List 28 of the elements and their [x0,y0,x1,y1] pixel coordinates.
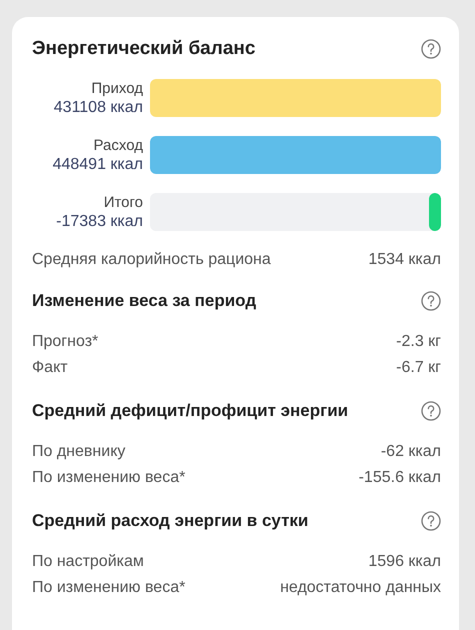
summary-value: 1534 ккал [368,251,441,269]
section-title: Средний дефицит/профицит энергии [32,401,348,421]
bar-label: Приход [90,79,143,98]
row-label: По дневнику [32,443,126,461]
row-value: недостаточно данных [280,579,441,597]
bar-label: Расход [92,136,143,155]
row-value: 1596 ккал [368,553,441,571]
help-icon[interactable] [421,511,441,531]
row-label: По изменению веса* [32,579,186,597]
row-label: Факт [32,359,68,377]
help-icon[interactable] [421,39,441,59]
help-icon[interactable] [421,291,441,311]
row-value: -6.7 кг [396,359,441,377]
card-title: Энергетический баланс [32,38,256,60]
row-value: -155.6 ккал [358,469,441,487]
row-label: По изменению веса* [32,469,186,487]
help-icon[interactable] [421,401,441,421]
row-value: -2.3 кг [396,333,441,351]
bar-value: -17383 ккал [55,212,143,231]
bar-value: 448491 ккал [52,155,143,174]
row-label: По настройкам [32,553,144,571]
section-title: Средний расход энергии в сутки [32,511,308,531]
bar-value: 431108 ккал [52,98,143,117]
row-label: Прогноз* [32,333,98,351]
summary-label: Средняя калорийность рациона [32,251,271,269]
bar-label: Итого [102,193,143,212]
row-value: -62 ккал [380,443,441,461]
section-title: Изменение веса за период [32,291,256,311]
